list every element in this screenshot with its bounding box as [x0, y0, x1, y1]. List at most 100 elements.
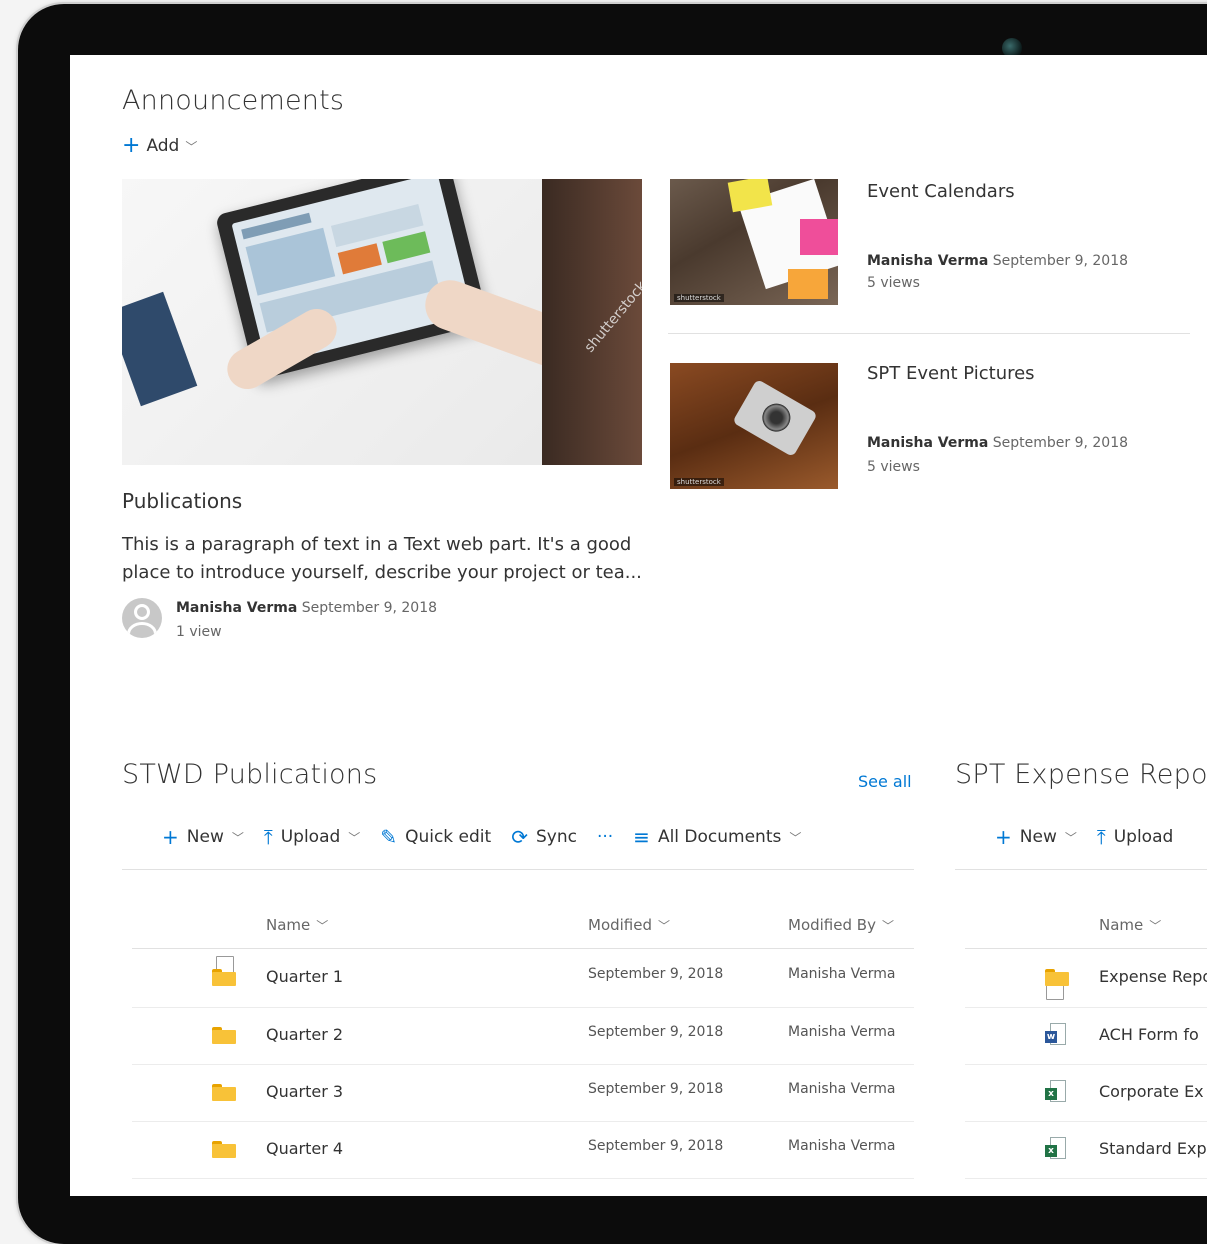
row-name[interactable]: Standard Exp: [1099, 1139, 1207, 1158]
spt-new-button[interactable]: + New ﹀: [995, 827, 1077, 847]
more-button[interactable]: ···: [597, 827, 613, 847]
column-header-modified-by[interactable]: Modified By ﹀: [788, 916, 894, 934]
upload-button[interactable]: ⤒ Upload ﹀: [264, 827, 360, 847]
folder-icon: [212, 1141, 236, 1158]
table-row[interactable]: x Standard Exp: [965, 1121, 1207, 1179]
folder-icon: [1045, 969, 1069, 986]
plus-icon: +: [995, 825, 1012, 849]
row-modified: September 9, 2018: [588, 1024, 724, 1040]
spt-column-header-name[interactable]: Name ﹀: [1099, 916, 1161, 934]
upload-icon: ⤒: [1096, 825, 1106, 849]
plus-icon: +: [162, 825, 179, 849]
hero-date: September 9, 2018: [301, 600, 438, 616]
row-name[interactable]: Quarter 3: [266, 1082, 343, 1101]
news-date-0: September 9, 2018: [992, 253, 1129, 269]
news-views-1: 5 views: [867, 459, 920, 475]
news-title-0[interactable]: Event Calendars: [867, 181, 1015, 202]
sync-button[interactable]: ⟳ Sync: [511, 827, 577, 847]
chevron-down-icon: ﹀: [789, 830, 802, 845]
folder-icon: [212, 1084, 236, 1101]
row-name[interactable]: Quarter 4: [266, 1139, 343, 1158]
add-label: Add: [146, 136, 180, 156]
row-modified-by: Manisha Verma: [788, 966, 896, 982]
spt-toolbar-divider: [955, 869, 1207, 870]
table-row[interactable]: Quarter 4 September 9, 2018 Manisha Verm…: [132, 1121, 914, 1179]
view-label: All Documents: [657, 827, 782, 847]
chevron-down-icon: ﹀: [185, 139, 198, 154]
new-button[interactable]: + New ﹀: [162, 827, 244, 847]
news-thumbnail-event-pictures[interactable]: shutterstock: [670, 363, 838, 489]
new-label: New: [186, 827, 224, 847]
table-row[interactable]: Expense Repo: [965, 949, 1207, 1008]
news-divider: [668, 333, 1190, 334]
avatar: [122, 598, 162, 638]
spt-upload-button[interactable]: ⤒ Upload: [1097, 827, 1173, 847]
row-name[interactable]: Quarter 2: [266, 1025, 343, 1044]
view-switcher[interactable]: ≡ All Documents ﹀: [633, 827, 801, 847]
see-all-link[interactable]: See all: [858, 772, 912, 791]
row-name[interactable]: ACH Form fo: [1099, 1025, 1199, 1044]
sync-label: Sync: [535, 827, 577, 847]
news-meta-0: Manisha Verma September 9, 2018: [867, 253, 1128, 269]
add-button[interactable]: + Add ﹀: [122, 135, 197, 157]
stwd-command-bar: + New ﹀ ⤒ Upload ﹀ ✎ Quick edit ⟳ Sync ·…: [162, 827, 801, 847]
thumb-watermark: shutterstock: [674, 294, 724, 302]
folder-icon: [212, 969, 236, 986]
row-modified: September 9, 2018: [588, 1081, 724, 1097]
hero-views: 1 view: [176, 624, 222, 640]
chevron-down-icon: ﹀: [1149, 918, 1162, 933]
table-row[interactable]: x Corporate Ex: [965, 1064, 1207, 1122]
pencil-icon: ✎: [380, 825, 398, 849]
table-row[interactable]: Quarter 3 September 9, 2018 Manisha Verm…: [132, 1064, 914, 1122]
column-header-name[interactable]: Name ﹀: [266, 916, 328, 934]
chevron-down-icon: ﹀: [658, 918, 671, 933]
row-modified: September 9, 2018: [588, 1138, 724, 1154]
news-thumbnail-event-calendars[interactable]: shutterstock: [670, 179, 838, 305]
chevron-down-icon: ﹀: [316, 918, 329, 933]
news-meta-1: Manisha Verma September 9, 2018: [867, 435, 1128, 451]
toolbar-divider: [122, 869, 914, 870]
spt-new-label: New: [1019, 827, 1057, 847]
news-author-1[interactable]: Manisha Verma: [867, 435, 988, 451]
excel-file-icon: x: [1045, 1080, 1067, 1104]
excel-file-icon: x: [1045, 1137, 1067, 1161]
table-row[interactable]: Quarter 2 September 9, 2018 Manisha Verm…: [132, 1007, 914, 1065]
chevron-down-icon: ﹀: [348, 830, 361, 845]
hero-image[interactable]: shutterstock: [122, 179, 642, 465]
word-file-icon: w: [1045, 1023, 1067, 1047]
hero-author[interactable]: Manisha Verma: [176, 600, 297, 616]
row-modified: September 9, 2018: [588, 966, 724, 982]
news-title-1[interactable]: SPT Event Pictures: [867, 363, 1035, 384]
hero-title[interactable]: Publications: [122, 489, 242, 513]
news-author-0[interactable]: Manisha Verma: [867, 253, 988, 269]
row-name[interactable]: Expense Repo: [1099, 967, 1207, 986]
quick-edit-label: Quick edit: [405, 827, 492, 847]
row-modified-by: Manisha Verma: [788, 1081, 896, 1097]
announcements-title: Announcements: [122, 85, 345, 116]
news-views-0: 5 views: [867, 275, 920, 291]
chevron-down-icon: ﹀: [231, 830, 244, 845]
chevron-down-icon: ﹀: [1064, 830, 1077, 845]
plus-icon: +: [122, 133, 141, 158]
spt-upload-label: Upload: [1113, 827, 1174, 847]
row-modified-by: Manisha Verma: [788, 1024, 896, 1040]
column-header-modified[interactable]: Modified ﹀: [588, 916, 670, 934]
news-date-1: September 9, 2018: [992, 435, 1129, 451]
sync-icon: ⟳: [511, 825, 528, 849]
table-row[interactable]: Quarter 1 September 9, 2018 Manisha Verm…: [132, 949, 914, 1008]
hero-meta: Manisha Verma September 9, 2018: [176, 600, 437, 616]
folder-icon: [212, 1027, 236, 1044]
chevron-down-icon: ﹀: [881, 918, 894, 933]
upload-label: Upload: [280, 827, 341, 847]
stwd-library-title[interactable]: STWD Publications: [122, 759, 377, 790]
row-name[interactable]: Corporate Ex: [1099, 1082, 1204, 1101]
upload-icon: ⤒: [263, 825, 273, 849]
hero-description: This is a paragraph of text in a Text we…: [122, 534, 642, 583]
more-icon: ···: [596, 827, 614, 847]
quick-edit-button[interactable]: ✎ Quick edit: [380, 827, 491, 847]
thumb-watermark-2: shutterstock: [674, 478, 724, 486]
row-name[interactable]: Quarter 1: [266, 967, 343, 986]
table-row[interactable]: w ACH Form fo: [965, 1007, 1207, 1065]
spt-command-bar: + New ﹀ ⤒ Upload: [995, 827, 1193, 847]
spt-library-title[interactable]: SPT Expense Repor: [955, 759, 1207, 790]
